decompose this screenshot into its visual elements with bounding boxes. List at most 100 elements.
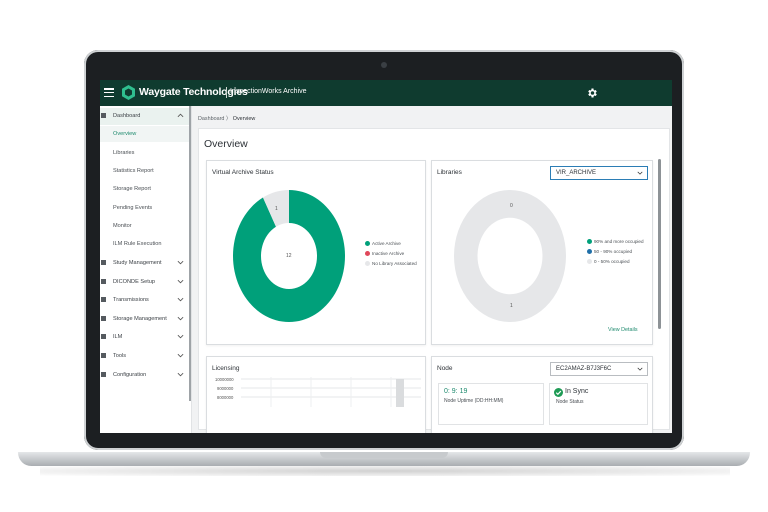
node-title: Node [437, 365, 453, 372]
ilm-icon [101, 334, 106, 339]
legend-dot [587, 249, 592, 254]
node-select[interactable]: EC2AMAZ-B7J3F6C [550, 362, 648, 376]
sidebar-item-tools[interactable]: Tools [100, 348, 189, 365]
sidebar-item-configuration[interactable]: Configuration [100, 367, 189, 384]
libraries-title: Libraries [437, 169, 462, 176]
chevron-down-icon [177, 372, 184, 377]
sidebar-sub-statistics-report[interactable]: Statistics Report [113, 168, 154, 174]
storage-icon [101, 316, 106, 321]
licensing-chart-grid [241, 377, 421, 407]
legend-label: Inactive Archive [372, 251, 405, 256]
sidebar-sub-overview[interactable]: Overview [113, 131, 136, 137]
libraries-top-label: 0 [510, 203, 513, 209]
breadcrumb: Dashboard 〉 Overview [198, 114, 255, 122]
legend-90-plus: 90% and more occupied [587, 239, 644, 244]
sidebar-item-label: Transmissions [113, 297, 149, 303]
legend-label: Active Archive [372, 241, 401, 246]
sidebar-item-dashboard[interactable]: Dashboard [100, 108, 189, 125]
page-title: Overview [204, 138, 248, 150]
sidebar-sub-monitor[interactable]: Monitor [113, 223, 132, 229]
sidebar-item-diconde-setup[interactable]: DICONDE Setup [100, 274, 189, 291]
sidebar: Dashboard Overview Libraries Statistics … [100, 106, 192, 433]
y-tick: 10000000 [215, 377, 234, 382]
sidebar-item-label: Configuration [113, 372, 147, 378]
menu-icon[interactable] [104, 88, 114, 98]
donut-center-value: 12 [286, 253, 292, 259]
sidebar-item-transmissions[interactable]: Transmissions [100, 292, 189, 309]
chevron-down-icon [177, 334, 184, 339]
breadcrumb-current: Overview [232, 116, 256, 122]
legend-dot [587, 259, 592, 264]
sidebar-item-label: Dashboard [113, 113, 141, 119]
breadcrumb-separator: 〉 [225, 116, 232, 122]
node-sync-label: Node Status [556, 399, 584, 405]
chevron-down-icon [177, 279, 184, 284]
node-uptime-label: Node Uptime (DD:HH:MM) [444, 398, 504, 404]
legend-dot [365, 261, 370, 266]
node-uptime-box: 0: 9: 19 Node Uptime (DD:HH:MM) [438, 383, 544, 425]
sidebar-scrollbar[interactable] [189, 106, 191, 401]
legend-0-50: 0 - 50% occupied [587, 259, 630, 264]
chevron-up-icon [177, 113, 184, 118]
legend-active-archive: Active Archive [365, 241, 401, 246]
chevron-down-icon [177, 316, 184, 321]
wrench-icon [101, 353, 106, 358]
library-select[interactable]: VIR_ARCHIVE [550, 166, 648, 180]
laptop-shadow [40, 466, 730, 476]
sidebar-item-label: ILM [113, 334, 123, 340]
overview-card: Overview Virtual Archive Status 1 12 Act… [198, 128, 670, 433]
node-panel: Node EC2AMAZ-B7J3F6C 0: 9: 19 Node Uptim… [431, 356, 653, 433]
chevron-down-icon [177, 260, 184, 265]
legend-label: 90% and more occupied [594, 239, 644, 244]
legend-label: 50 - 90% occupied [594, 249, 633, 254]
check-circle-icon [554, 388, 563, 397]
breadcrumb-root[interactable]: Dashboard [198, 116, 224, 122]
y-tick: 8000000 [217, 395, 234, 400]
node-sync-value: In Sync [565, 388, 589, 395]
virtual-archive-panel: Virtual Archive Status 1 12 Active Archi… [206, 160, 426, 345]
chevron-down-icon [637, 367, 643, 371]
chevron-down-icon [637, 171, 643, 175]
top-bar: Waygate Technologies InspectionWorks Arc… [100, 80, 672, 106]
sidebar-sub-storage-report[interactable]: Storage Report [113, 186, 151, 192]
laptop-notch [320, 452, 448, 458]
chevron-down-icon [177, 353, 184, 358]
chevron-down-icon [177, 297, 184, 302]
sidebar-item-ilm[interactable]: ILM [100, 329, 189, 346]
app-screen: Waygate Technologies InspectionWorks Arc… [100, 80, 672, 433]
licensing-panel: Licensing 10000000 9000000 8000000 [206, 356, 426, 433]
y-tick: 9000000 [217, 386, 234, 391]
content-scrollbar[interactable] [658, 159, 661, 329]
main-content: Dashboard 〉 Overview Overview Virtual Ar… [192, 106, 672, 433]
legend-label: 0 - 50% occupied [594, 259, 630, 264]
config-icon [101, 372, 106, 377]
legend-inactive-archive: Inactive Archive [365, 251, 404, 256]
transmission-icon [101, 297, 106, 302]
sidebar-sub-libraries[interactable]: Libraries [113, 150, 134, 156]
view-details-link[interactable]: View Details [608, 327, 638, 333]
sidebar-item-label: Storage Management [113, 316, 167, 322]
study-icon [101, 260, 106, 265]
legend-50-90: 50 - 90% occupied [587, 249, 632, 254]
sidebar-sub-pending-events[interactable]: Pending Events [113, 205, 152, 211]
gear-icon[interactable] [586, 87, 598, 99]
sidebar-item-storage-management[interactable]: Storage Management [100, 311, 189, 328]
legend-label: No Library Associated [372, 261, 417, 266]
donut-small-label: 1 [275, 206, 278, 212]
legend-dot [365, 251, 370, 256]
legend-dot [587, 239, 592, 244]
setup-icon [101, 279, 106, 284]
node-status-box: In Sync Node Status [549, 383, 648, 425]
sidebar-item-label: Study Management [113, 260, 162, 266]
legend-no-library: No Library Associated [365, 261, 417, 266]
bar-chart-icon [101, 113, 106, 118]
licensing-title: Licensing [212, 365, 240, 372]
sidebar-sub-ilm-rule-execution[interactable]: ILM Rule Execution [113, 241, 162, 247]
libraries-bottom-label: 1 [510, 303, 513, 309]
camera-icon [381, 62, 387, 68]
sidebar-item-study-management[interactable]: Study Management [100, 255, 189, 272]
brand-separator [226, 87, 227, 98]
library-select-value: VIR_ARCHIVE [556, 170, 597, 176]
product-name: InspectionWorks Archive [230, 88, 307, 95]
libraries-panel: Libraries VIR_ARCHIVE 0 1 90% and more o… [431, 160, 653, 345]
